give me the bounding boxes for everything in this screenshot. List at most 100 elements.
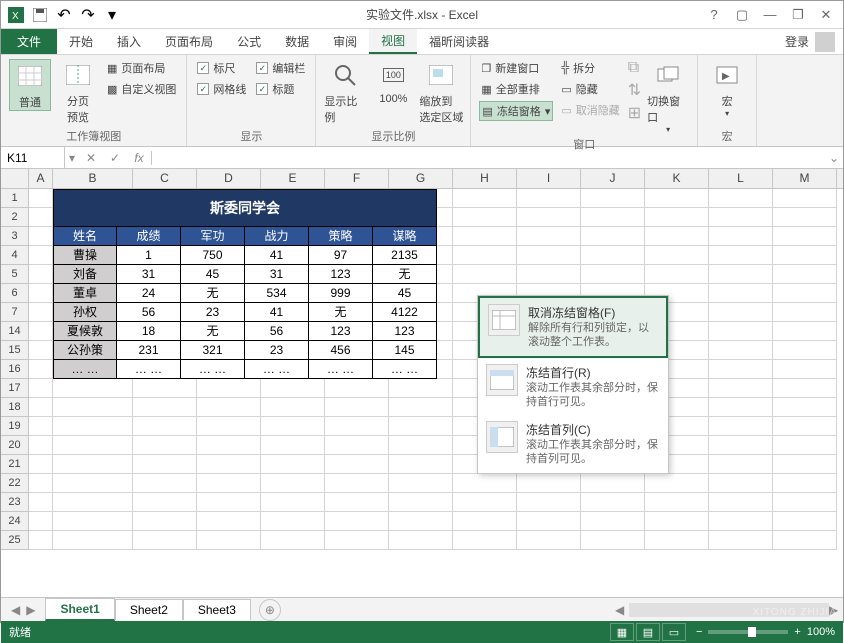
cancel-icon[interactable]: ✕ (79, 151, 103, 165)
cell[interactable] (325, 436, 389, 455)
table-cell[interactable]: 24 (117, 284, 181, 303)
table-cell[interactable]: 4122 (373, 303, 437, 322)
table-cell[interactable]: … … (181, 360, 245, 379)
cell[interactable] (197, 379, 261, 398)
cell[interactable] (325, 455, 389, 474)
tab-view[interactable]: 视图 (369, 29, 417, 54)
minimize-button[interactable]: — (757, 4, 783, 26)
cell[interactable] (261, 474, 325, 493)
ribbon-options-button[interactable]: ▢ (729, 4, 755, 26)
table-cell[interactable]: 23 (245, 341, 309, 360)
cell[interactable] (709, 512, 773, 531)
page-layout-button[interactable]: ▦页面布局 (105, 59, 178, 77)
column-header[interactable]: I (517, 169, 581, 188)
table-cell[interactable]: 孙权 (53, 303, 117, 322)
custom-views-button[interactable]: ▩自定义视图 (105, 80, 178, 98)
cell[interactable] (133, 379, 197, 398)
tab-insert[interactable]: 插入 (105, 29, 153, 54)
cell[interactable] (261, 379, 325, 398)
zoom-level[interactable]: 100% (807, 626, 835, 638)
cell[interactable] (709, 303, 773, 322)
cell[interactable] (709, 227, 773, 246)
cell[interactable] (29, 436, 53, 455)
reset-position-icon[interactable]: ⊞ (628, 103, 641, 123)
table-cell[interactable]: 41 (245, 303, 309, 322)
cell[interactable] (517, 474, 581, 493)
cell[interactable] (773, 189, 837, 208)
cell[interactable] (29, 493, 53, 512)
ruler-checkbox[interactable]: ✓标尺 (195, 59, 248, 77)
cell[interactable] (53, 474, 133, 493)
cell[interactable] (325, 512, 389, 531)
table-cell[interactable]: 2135 (373, 246, 437, 265)
cell[interactable] (53, 531, 133, 550)
unhide-button[interactable]: ▭取消隐藏 (559, 101, 621, 119)
view-break-button[interactable]: ▭ (662, 623, 686, 641)
fx-icon[interactable]: fx (127, 151, 151, 165)
tab-file[interactable]: 文件 (1, 29, 57, 54)
cell[interactable] (261, 531, 325, 550)
table-cell[interactable]: 321 (181, 341, 245, 360)
table-cell[interactable]: 董卓 (53, 284, 117, 303)
cell[interactable] (29, 531, 53, 550)
cell[interactable] (709, 474, 773, 493)
cell[interactable] (53, 436, 133, 455)
cell[interactable] (389, 512, 453, 531)
side-by-side-icon[interactable]: ⧉ (628, 59, 641, 77)
table-cell[interactable]: 750 (181, 246, 245, 265)
cell[interactable] (453, 512, 517, 531)
column-header[interactable]: G (389, 169, 453, 188)
zoom-100-button[interactable]: 100100% (372, 59, 414, 105)
cell[interactable] (261, 417, 325, 436)
tab-data[interactable]: 数据 (273, 29, 321, 54)
cell[interactable] (645, 246, 709, 265)
cell[interactable] (709, 493, 773, 512)
cell[interactable] (645, 227, 709, 246)
login-link[interactable]: 登录 (785, 33, 809, 50)
table-cell[interactable]: 31 (245, 265, 309, 284)
avatar-icon[interactable] (815, 32, 835, 52)
table-cell[interactable]: 18 (117, 322, 181, 341)
cell[interactable] (29, 360, 53, 379)
row-header[interactable]: 18 (1, 398, 29, 417)
row-header[interactable]: 15 (1, 341, 29, 360)
table-cell[interactable]: 231 (117, 341, 181, 360)
cell[interactable] (261, 436, 325, 455)
cell[interactable] (53, 512, 133, 531)
sheet-tab-1[interactable]: Sheet1 (45, 598, 114, 621)
zoom-slider[interactable] (708, 630, 788, 634)
cell[interactable] (709, 284, 773, 303)
cell[interactable] (29, 208, 53, 227)
cell[interactable] (773, 284, 837, 303)
row-header[interactable]: 22 (1, 474, 29, 493)
cell[interactable] (261, 455, 325, 474)
freeze-panes-button[interactable]: ▤冻结窗格▾ (479, 101, 553, 121)
column-header[interactable]: D (197, 169, 261, 188)
table-cell[interactable]: 41 (245, 246, 309, 265)
column-header[interactable]: E (261, 169, 325, 188)
table-cell[interactable]: … … (245, 360, 309, 379)
arrange-all-button[interactable]: ▦全部重排 (479, 80, 553, 98)
cell[interactable] (581, 493, 645, 512)
cell[interactable] (325, 474, 389, 493)
cell[interactable] (325, 379, 389, 398)
cell[interactable] (773, 512, 837, 531)
switch-windows-button[interactable]: 切换窗口▾ (647, 59, 689, 134)
select-all-corner[interactable] (1, 169, 29, 188)
cell[interactable] (29, 417, 53, 436)
sheet-nav-prev[interactable]: ◀ (11, 603, 20, 617)
cell[interactable] (773, 265, 837, 284)
table-cell[interactable]: 23 (181, 303, 245, 322)
cell[interactable] (453, 227, 517, 246)
cell[interactable] (29, 474, 53, 493)
cell[interactable] (261, 512, 325, 531)
table-cell[interactable]: 刘备 (53, 265, 117, 284)
view-normal-button[interactable]: ▦ (610, 623, 634, 641)
cell[interactable] (133, 512, 197, 531)
cell[interactable] (453, 246, 517, 265)
cell[interactable] (581, 531, 645, 550)
zoom-button[interactable]: 显示比例 (324, 59, 366, 125)
save-icon[interactable] (29, 4, 51, 26)
column-header[interactable]: K (645, 169, 709, 188)
column-header[interactable]: B (53, 169, 133, 188)
